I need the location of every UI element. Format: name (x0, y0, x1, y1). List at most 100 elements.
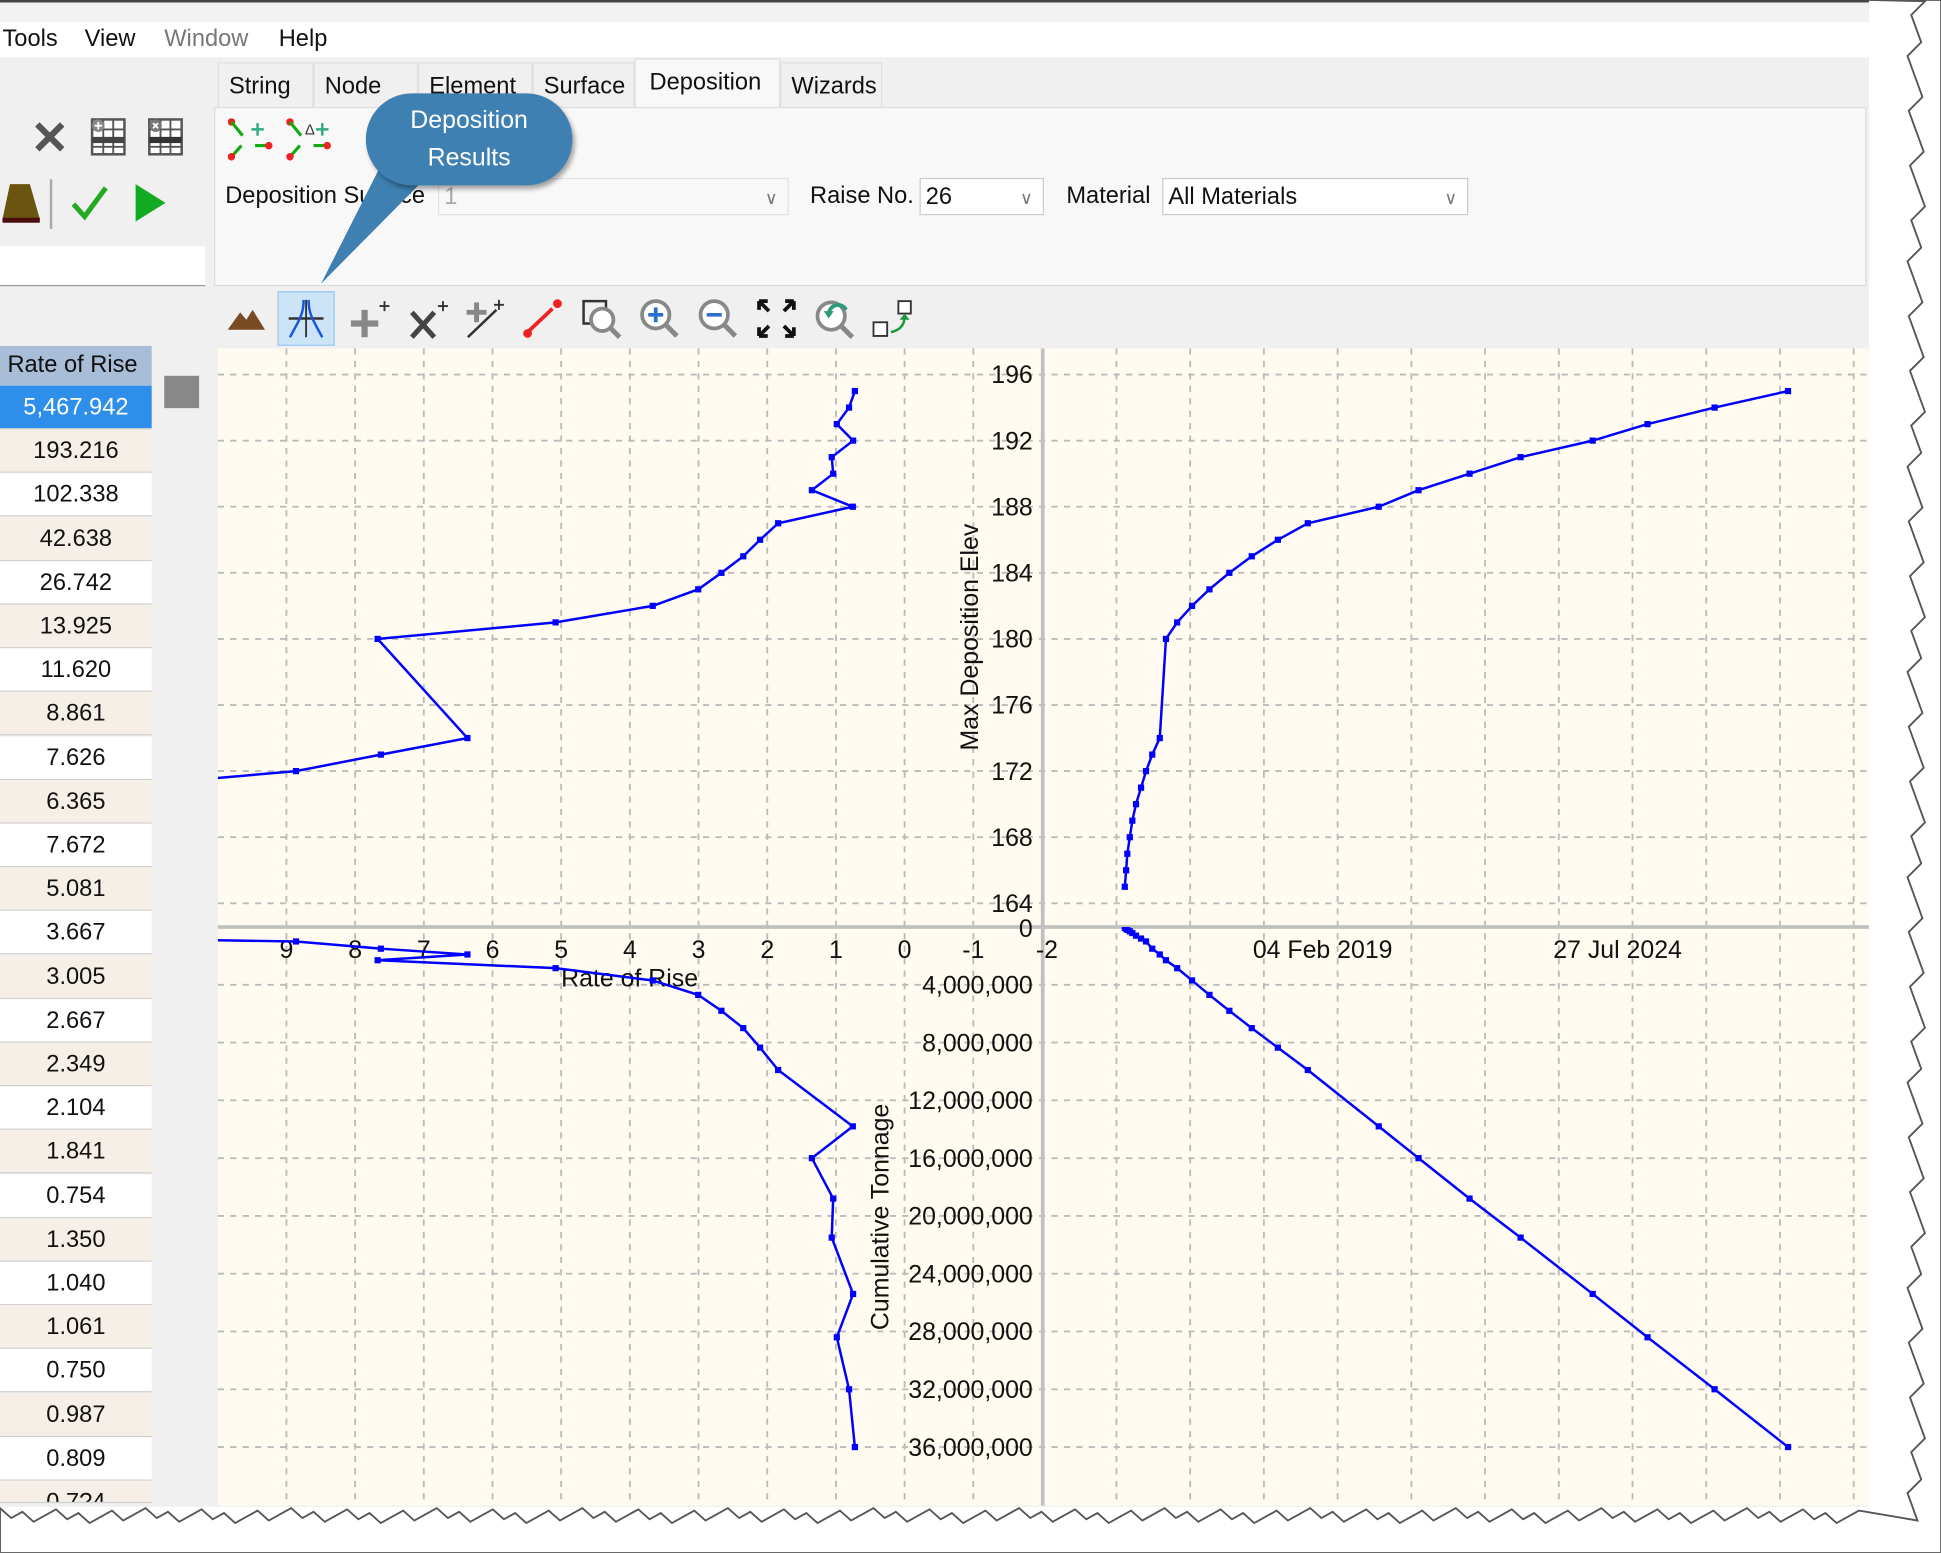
material-select[interactable]: All Materials ∨ (1162, 177, 1469, 216)
elev-tick-label: 188 (991, 493, 1033, 521)
data-point (808, 487, 815, 494)
data-point (292, 938, 300, 945)
delete-point-icon[interactable] (403, 294, 453, 344)
table-side-button[interactable] (164, 375, 200, 409)
tab-string[interactable]: String (217, 62, 314, 108)
zoom-extents-icon[interactable] (752, 294, 802, 344)
data-point (1784, 1443, 1792, 1451)
table-row[interactable]: 1.350 (0, 1217, 152, 1262)
tab-wizards[interactable]: Wizards (780, 62, 883, 108)
tonnage-tick-label: 24,000,000 (908, 1260, 1033, 1288)
rate-tick-label: 1 (829, 936, 843, 964)
data-point (849, 503, 856, 510)
data-point (1711, 404, 1718, 411)
add-point-icon[interactable] (345, 294, 395, 344)
table-row[interactable]: 193.216 (0, 429, 152, 474)
data-point (1375, 503, 1382, 510)
table-row[interactable]: 0.754 (0, 1174, 152, 1218)
data-point (1466, 1195, 1473, 1202)
filter-input[interactable] (0, 246, 206, 287)
data-point (377, 945, 384, 952)
table-row[interactable]: 102.338 (0, 473, 152, 517)
menu-help[interactable]: Help (279, 26, 328, 53)
table-row[interactable]: 6.365 (0, 779, 152, 824)
pan-icon[interactable] (867, 294, 917, 344)
elev-tick-label: 164 (991, 890, 1033, 918)
data-point (1375, 1123, 1382, 1130)
data-point (740, 1025, 747, 1032)
table-row[interactable]: 7.626 (0, 736, 152, 780)
table-row[interactable]: 7.672 (0, 823, 152, 868)
zoom-previous-icon[interactable] (810, 294, 860, 344)
table-row[interactable]: 1.040 (0, 1261, 152, 1306)
table-header-rate-of-rise[interactable]: Rate of Rise (0, 345, 152, 386)
data-point (1137, 784, 1145, 791)
table-row[interactable]: 8.861 (0, 692, 152, 736)
table-row[interactable]: 0.809 (0, 1436, 152, 1481)
callout-line1: Deposition (410, 107, 528, 135)
rate-tick-label: 2 (760, 936, 774, 964)
data-point (1644, 420, 1651, 428)
table-row[interactable]: 1.061 (0, 1305, 152, 1350)
data-point (808, 1155, 815, 1162)
tonnage-tick-label: 8,000,000 (922, 1029, 1033, 1057)
svg-text:Δ: Δ (305, 121, 315, 138)
data-point (740, 553, 747, 560)
title-bar (0, 0, 1869, 25)
table-row[interactable]: 2.349 (0, 1042, 152, 1087)
table-row[interactable]: 2.667 (0, 998, 152, 1043)
delete-icon[interactable] (32, 118, 67, 155)
data-point (1129, 817, 1136, 824)
data-point (833, 1334, 840, 1341)
tab-deposition[interactable]: Deposition (634, 58, 781, 108)
add-node-string-icon[interactable] (227, 118, 273, 161)
add-line-icon[interactable] (460, 294, 510, 344)
data-point (830, 470, 837, 477)
table-row[interactable]: 0.7?4 (0, 1480, 152, 1504)
menu-view[interactable]: View (85, 26, 136, 53)
rate-tick-label: 5 (554, 936, 568, 964)
data-point (649, 977, 656, 984)
axes-cross-icon[interactable] (277, 291, 335, 346)
tonnage-tick-label: 20,000,000 (908, 1203, 1033, 1231)
dam-icon[interactable] (0, 182, 42, 224)
date-tick-label: 04 Feb 2019 (1253, 936, 1393, 964)
data-point (1174, 619, 1181, 626)
rate-tick-label: 4 (623, 936, 637, 964)
data-point (718, 569, 725, 576)
zoom-in-icon[interactable] (635, 294, 685, 344)
raise-no-select[interactable]: 26 ∨ (919, 177, 1044, 216)
table-row[interactable]: 0.987 (0, 1393, 152, 1437)
deposition-chart[interactable]: 9 8 7 6 5 4 3 2 1 0 -1 -219619218818418017617216816… (217, 348, 1869, 1506)
table-row[interactable]: 3.005 (0, 955, 152, 999)
deposition-results-callout: Deposition Results (365, 93, 573, 186)
add-delta-node-icon[interactable]: Δ (286, 118, 331, 161)
table-row[interactable]: 1.841 (0, 1130, 152, 1174)
grid-add-icon[interactable] (90, 117, 127, 157)
data-point (1142, 938, 1150, 945)
table-row[interactable]: 0.750 (0, 1349, 152, 1393)
data-point (1174, 965, 1181, 972)
elev-axis-label: Max Deposition Elev (956, 523, 984, 750)
pick-line-icon[interactable] (518, 294, 568, 344)
table-row[interactable]: 3.667 (0, 911, 152, 955)
data-point (1121, 883, 1128, 890)
run-icon[interactable] (132, 182, 169, 224)
table-row[interactable]: 13.925 (0, 604, 152, 649)
terrain-icon[interactable] (221, 294, 271, 344)
menu-tools[interactable]: Tools (2, 26, 57, 53)
check-icon[interactable] (70, 184, 110, 221)
table-row[interactable]: 11.620 (0, 648, 152, 693)
date-tick-label: 27 Jul 2024 (1553, 936, 1682, 964)
table-row[interactable]: 2.104 (0, 1086, 152, 1131)
rate-tick-label: 0 (898, 936, 912, 964)
grid-remove-icon[interactable] (147, 117, 184, 157)
table-row[interactable]: 42.638 (0, 517, 152, 561)
table-row[interactable]: 5,467.942 (0, 385, 152, 430)
zoom-out-icon[interactable] (693, 294, 743, 344)
menu-window[interactable]: Window (164, 26, 248, 53)
zoom-window-icon[interactable] (576, 294, 626, 344)
table-row[interactable]: 26.742 (0, 560, 152, 605)
table-row[interactable]: 5.081 (0, 867, 152, 912)
data-point (1304, 1066, 1311, 1074)
